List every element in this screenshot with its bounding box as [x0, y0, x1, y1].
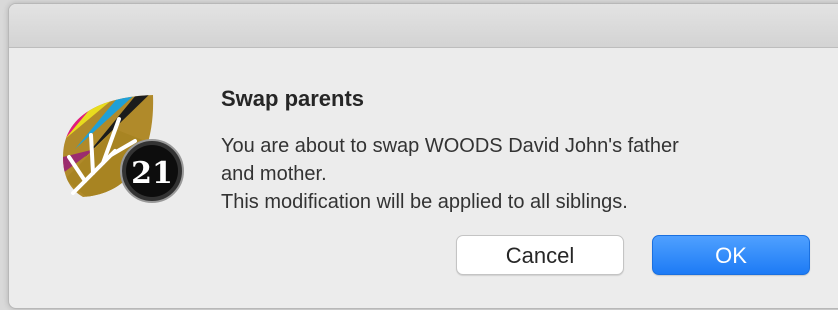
message-line: and mother.: [221, 163, 327, 185]
cancel-button[interactable]: Cancel: [456, 235, 624, 275]
message-line: You are about to swap WOODS David John's…: [221, 135, 679, 157]
leaf-logo-icon: 21: [63, 95, 184, 203]
dialog-title: Swap parents: [221, 86, 365, 111]
app-icon-badge: 21: [131, 156, 173, 191]
alert-dialog: 21 Swap parents You are about to swap WO…: [8, 3, 838, 309]
message-line: This modification will be applied to all…: [221, 191, 628, 213]
dialog-titlebar: [9, 4, 838, 48]
ok-button[interactable]: OK: [652, 235, 810, 275]
dialog-message: You are about to swap WOODS David John's…: [221, 132, 801, 216]
app-icon: 21: [55, 89, 190, 204]
